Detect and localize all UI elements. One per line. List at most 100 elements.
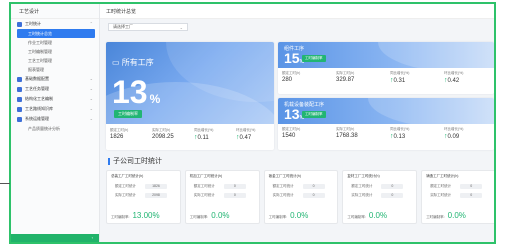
stat-value: 0.11 (197, 135, 209, 141)
stat-value-wrap: ↑0.47 (236, 134, 274, 141)
row-value: 0 (381, 184, 404, 189)
ratio-row: 工时编制率: 0.0% (347, 211, 387, 220)
sidebar-group-work-hours[interactable]: 工时统计 ⌃ (11, 19, 99, 29)
sidebar-group-structured[interactable]: 结构化工艺编制 ⌄ (11, 94, 99, 104)
stat-value: 0.31 (393, 78, 406, 84)
ratio-value: 0.0% (290, 211, 309, 220)
subsidiary-card-title: 机加工厂工时统计(h) (189, 174, 223, 178)
subsidiary-card: 钣金工厂工时统计(h) 额定工时统计 0 实际工时统计 0 工时编制率: 0.0% (263, 170, 339, 224)
stat-label: 环比增长(%) (236, 128, 256, 132)
ratio-row: 工时编制率: 0.0% (269, 211, 309, 220)
ratio-label: 工时编制率: (268, 215, 288, 219)
row-label: 实际工时统计 (351, 193, 373, 197)
stat-value-wrap: ↑0.31 (390, 77, 440, 84)
equipment-process-rate-number: 13 (284, 106, 300, 122)
sidebar-item-job-hours[interactable]: 作业工时管理 (11, 38, 99, 47)
equipment-process-tag: 工时编制率 (302, 111, 326, 118)
row-label: 额定工时统计 (115, 184, 136, 188)
all-process-tag: 工时编制率 (114, 110, 142, 118)
stat-mom: 环比增长(%) ↑0.09 (440, 127, 494, 140)
row-label: 额定工时统计 (430, 184, 452, 188)
all-process-card: ▭ 所有工序 13% 工时编制率 额定工时(h) 1826 实际工时(h) 2098… (106, 42, 274, 150)
stat-value-wrap: ↑0.42 (444, 77, 494, 84)
stat-value: 2098.25 (152, 134, 174, 140)
sidebar-item-label: 结构化工艺编制 (25, 96, 53, 101)
sidebar-item-process-hours[interactable]: 工艺工时管理 (11, 56, 99, 65)
actual-hours-row: 实际工时统计 0 (430, 193, 490, 198)
stat-label: 额定工时(h) (282, 127, 301, 131)
factory-select[interactable]: 请选择工厂 ⌄ (108, 23, 188, 31)
stat-value: 0.47 (239, 135, 252, 141)
sidebar-item-quality[interactable]: 产品质量统计分析 (11, 124, 99, 133)
stat-actual-hours: 实际工时(h) 329.87 (332, 71, 386, 84)
stat-label: 额定工时(h) (110, 128, 129, 132)
ratio-row: 工时编制率: 0.0% (426, 211, 466, 220)
stat-rated-hours: 额定工时(h) 280 (278, 71, 332, 84)
ratio-label: 工时编制率: (111, 215, 130, 219)
wave-decoration (378, 42, 494, 68)
sidebar-collapse-bar[interactable]: ‹ (11, 234, 99, 242)
actual-hours-row: 实际工时统计 0 (194, 193, 254, 198)
stat-label: 环比增长(%) (444, 71, 464, 75)
sidebar-item-reports[interactable]: 报表管理 (11, 65, 99, 74)
stat-yoy: 同比增长(%) ↑0.31 (386, 71, 440, 84)
sidebar-item-label: 基础数据配置 (25, 76, 49, 81)
sidebar-item-label: 系统运维管理 (25, 116, 49, 121)
sidebar-item-label: 工艺路线知识库 (25, 106, 53, 111)
page-title: 工时统计总览 (100, 4, 494, 19)
app-window: 工艺设计 工时统计 ⌃ 工时统计总览 作业工时管理 工时编制管理 工艺工时管理 报… (9, 2, 496, 244)
chevron-up-icon: ⌃ (89, 21, 93, 26)
chevron-down-icon: ⌄ (89, 86, 93, 91)
actual-hours-row: 实际工时统计 0 (273, 193, 333, 198)
stat-mom: 环比增长(%) ↑0.47 (232, 128, 274, 141)
stat-value-wrap: ↑0.13 (390, 133, 440, 140)
sidebar-group-ops[interactable]: 系统运维管理 ⌄ (11, 114, 99, 124)
subsidiary-cards: 总装工厂工时统计(h) 额定工时统计 1826 实际工时统计 2098 工时编制率:… (106, 170, 494, 224)
stat-actual-hours: 实际工时(h) 2098.25 (148, 128, 190, 141)
sidebar-group-tasks[interactable]: 工艺任务管理 ⌄ (11, 84, 99, 94)
stat-value: 0.09 (447, 134, 460, 140)
sidebar-group-base-data[interactable]: 基础数据配置 ⌄ (11, 74, 99, 84)
app-logo: 工艺设计 (11, 4, 99, 19)
stat-value: 280 (282, 77, 293, 83)
stat-label: 环比增长(%) (444, 127, 464, 131)
sidebar-item-overview[interactable]: 工时统计总览 (17, 29, 95, 38)
structure-icon (17, 96, 22, 102)
row-label: 额定工时统计 (351, 184, 373, 188)
ratio-value: 13.00% (132, 211, 160, 220)
actual-hours-row: 实际工时统计 0 (351, 193, 411, 198)
all-process-rate-unit: % (149, 92, 161, 106)
row-value: 1826 (145, 184, 167, 189)
component-process-stats: 额定工时(h) 280 实际工时(h) 329.87 同比增长(%) ↑0.31 环比… (278, 71, 494, 84)
filter-row: 请选择工厂 ⌄ (100, 19, 494, 35)
wave-decoration (368, 98, 494, 124)
stat-value-wrap: ↑0.11 (194, 134, 232, 141)
row-value: 2098 (145, 193, 167, 198)
stat-value: 0.42 (447, 78, 460, 84)
external-divider (0, 183, 10, 184)
rated-hours-row: 额定工时统计 0 (273, 184, 333, 189)
equipment-process-card: 机载设备装配工序 13% 工时编制率 额定工时(h) 1540 实际工时(h) 17… (278, 98, 494, 150)
subsidiary-card-title: 钣金工厂工时统计(h) (268, 174, 301, 178)
stat-yoy: 同比增长(%) ↑0.13 (386, 127, 440, 140)
stat-label: 同比增长(%) (390, 71, 410, 75)
sidebar-item-label: 工艺任务管理 (25, 86, 49, 91)
chevron-down-icon: ⌄ (89, 106, 93, 111)
row-value: 0 (460, 184, 483, 189)
subsidiary-card: 总装工厂工时统计(h) 额定工时统计 1826 实际工时统计 2098 工时编制率:… (106, 170, 181, 224)
component-process-card: 组件工序 15% 工时编制率 额定工时(h) 280 实际工时(h) 329.87 … (278, 42, 494, 94)
equipment-process-hero: 机载设备装配工序 13% 工时编制率 (278, 98, 494, 124)
subsidiary-card: 机加工厂工时统计(h) 额定工时统计 0 实际工时统计 0 工时编制率: 0.0% (184, 170, 260, 224)
rated-hours-row: 额定工时统计 0 (194, 184, 254, 189)
ratio-value: 0.0% (447, 211, 466, 220)
book-icon (17, 106, 22, 112)
sidebar-group-knowledge[interactable]: 工艺路线知识库 ⌄ (11, 104, 99, 114)
all-process-hero: ▭ 所有工序 13% 工时编制率 (106, 42, 274, 124)
chevron-down-icon: ⌄ (89, 96, 93, 101)
stat-label: 实际工时(h) (152, 128, 171, 132)
collapse-icon[interactable]: ‹ (92, 235, 93, 240)
sidebar-item-hours-compile[interactable]: 工时编制管理 (11, 47, 99, 56)
row-label: 实际工时统计 (193, 193, 215, 197)
section-title: 子公司工时统计 (108, 156, 162, 166)
stat-label: 额定工时(h) (282, 71, 301, 75)
